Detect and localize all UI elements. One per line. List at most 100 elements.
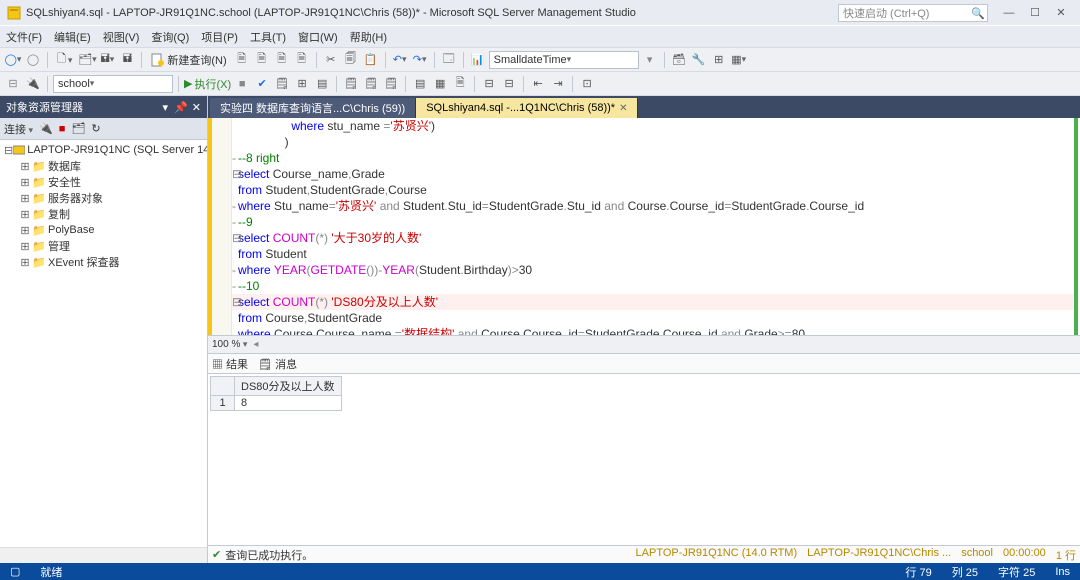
results-text-icon[interactable]: ▤ — [411, 75, 429, 93]
scroll-left-icon[interactable]: ◂ — [253, 339, 258, 350]
column-header[interactable]: DS80分及以上人数 — [235, 377, 342, 396]
tree-server-node[interactable]: ⊟ LAPTOP-JR91Q1NC (SQL Server 14.0. — [0, 142, 207, 158]
cut-icon[interactable]: ✂ — [322, 51, 340, 69]
results-file-icon[interactable]: 🗎 — [451, 75, 469, 93]
close-tab-icon[interactable]: ✕ — [619, 103, 627, 114]
folder-icon: 📁 — [32, 208, 46, 220]
registered-servers-icon[interactable]: 🗃 — [670, 51, 688, 69]
pin-icon[interactable]: 📌 — [174, 101, 188, 114]
refresh-icon[interactable]: ↻ — [91, 122, 100, 135]
menu-edit[interactable]: 编辑(E) — [54, 29, 91, 45]
quick-launch-input[interactable]: 快速启动 (Ctrl+Q) 🔍 — [838, 4, 988, 22]
stop-icon[interactable]: ■ — [233, 75, 251, 93]
analysis-query-icon[interactable]: 🗎 — [253, 51, 271, 69]
properties-icon[interactable]: 🗔 — [440, 51, 458, 69]
activity-monitor-icon[interactable]: 📊 — [469, 51, 487, 69]
open-project-icon[interactable]: 🗂 — [78, 51, 96, 69]
row-number[interactable]: 1 — [211, 396, 235, 411]
menu-window[interactable]: 窗口(W) — [298, 29, 338, 45]
query-options-icon[interactable]: ⊞ — [293, 75, 311, 93]
type-combo[interactable]: SmalldateTime — [489, 51, 639, 69]
include-plan-icon[interactable]: 🗒 — [342, 75, 360, 93]
folder-icon: 📁 — [32, 160, 46, 172]
filter-icon[interactable]: 🗂 — [71, 122, 85, 135]
close-pane-icon[interactable]: ✕ — [192, 101, 201, 114]
stop-icon[interactable]: ■ — [59, 123, 66, 135]
menu-project[interactable]: 项目(P) — [201, 29, 238, 45]
object-explorer-pane: 对象资源管理器 ▾ 📌 ✕ 连接 🔌 ■ 🗂 ↻ ⊟ LAPTOP-JR91Q1… — [0, 96, 208, 563]
indent-icon[interactable]: ⊟ — [4, 75, 22, 93]
results-grid-icon[interactable]: ▦ — [431, 75, 449, 93]
dmx-query-icon[interactable]: 🗎 — [293, 51, 311, 69]
dropdown-icon[interactable]: ▾ — [163, 101, 169, 114]
object-explorer-toolbar: 连接 🔌 ■ 🗂 ↻ — [0, 118, 207, 140]
database-combo[interactable]: school — [53, 75, 173, 93]
tree-node[interactable]: ⊞📁XEvent 探查器 — [0, 254, 207, 270]
row-header-blank — [211, 377, 235, 396]
specify-values-icon[interactable]: ⊡ — [578, 75, 596, 93]
menu-view[interactable]: 视图(V) — [103, 29, 140, 45]
new-query-label: 新建查询(N) — [167, 52, 226, 68]
zoom-bar: 100 % ◂ — [208, 336, 1080, 354]
template-icon[interactable]: ⊞ — [710, 51, 728, 69]
estimated-plan-icon[interactable]: 🗒 — [273, 75, 291, 93]
new-file-button[interactable]: 🗋 — [53, 50, 76, 69]
tree-node[interactable]: ⊞📁数据库 — [0, 158, 207, 174]
results-grid[interactable]: DS80分及以上人数 18 — [208, 374, 1080, 545]
include-client-stats-icon[interactable]: 🗒 — [382, 75, 400, 93]
decrease-indent-icon[interactable]: ⇤ — [529, 75, 547, 93]
object-explorer-scrollbar[interactable] — [0, 547, 207, 563]
sql-editor[interactable]: where stu_name ='苏贤兴') )---8 right⊟selec… — [208, 118, 1080, 336]
results-tab[interactable]: ▦ 结果 — [212, 356, 248, 372]
tree-node[interactable]: ⊞📁服务器对象 — [0, 190, 207, 206]
tab-inactive[interactable]: 实验四 数据库查询语言...C\Chris (59)) — [210, 98, 416, 118]
maximize-button[interactable]: ☐ — [1022, 3, 1048, 23]
redo-icon[interactable]: ↷ — [411, 51, 429, 69]
execution-status-bar: ✔ 查询已成功执行。 LAPTOP-JR91Q1NC (14.0 RTM) LA… — [208, 545, 1080, 563]
find-icon[interactable]: ▾ — [641, 51, 659, 69]
nav-back-icon[interactable]: ◯ — [4, 51, 22, 69]
tools-icon[interactable]: 🔧 — [690, 51, 708, 69]
close-button[interactable]: ✕ — [1048, 3, 1074, 23]
messages-tab[interactable]: 🗒 消息 — [258, 356, 297, 372]
minimize-button[interactable]: — — [996, 3, 1022, 23]
increase-indent-icon[interactable]: ⇥ — [549, 75, 567, 93]
include-stats-icon[interactable]: 🗒 — [362, 75, 380, 93]
cell-value[interactable]: 8 — [235, 396, 342, 411]
menu-query[interactable]: 查询(Q) — [151, 29, 189, 45]
object-explorer-header: 对象资源管理器 ▾ 📌 ✕ — [0, 96, 207, 118]
connect-icon[interactable]: 🔌 — [24, 75, 42, 93]
tree-node[interactable]: ⊞📁安全性 — [0, 174, 207, 190]
nav-forward-icon[interactable]: ◯ — [24, 51, 42, 69]
save-icon[interactable]: 🖬 — [98, 51, 116, 69]
copy-icon[interactable]: 🗐 — [342, 51, 360, 69]
code-area[interactable]: where stu_name ='苏贤兴') )---8 right⊟selec… — [232, 118, 1080, 335]
execute-button[interactable]: ▶ 执行(X) — [184, 76, 231, 92]
menu-help[interactable]: 帮助(H) — [350, 29, 387, 45]
parse-icon[interactable]: ✔ — [253, 75, 271, 93]
connect-dropdown[interactable]: 连接 — [4, 121, 33, 137]
save-all-icon[interactable]: 🖬 — [118, 51, 136, 69]
new-query-button[interactable]: 新建查询(N) — [147, 52, 230, 68]
object-explorer-tree[interactable]: ⊟ LAPTOP-JR91Q1NC (SQL Server 14.0. ⊞📁数据… — [0, 140, 207, 547]
intellisense-icon[interactable]: ▤ — [313, 75, 331, 93]
tree-node[interactable]: ⊞📁管理 — [0, 238, 207, 254]
menu-file[interactable]: 文件(F) — [6, 29, 42, 45]
paste-icon[interactable]: 📋 — [362, 51, 380, 69]
db-engine-query-icon[interactable]: 🗎 — [233, 51, 251, 69]
tree-node[interactable]: ⊞📁PolyBase — [0, 222, 207, 238]
mdx-query-icon[interactable]: 🗎 — [273, 51, 291, 69]
options-icon[interactable]: ▦ — [730, 51, 748, 69]
tree-node[interactable]: ⊞📁复制 — [0, 206, 207, 222]
tab-active[interactable]: SQLshiyan4.sql -...1Q1NC\Chris (58))*✕ — [416, 98, 638, 118]
status-db: school — [961, 547, 993, 563]
menu-bar: 文件(F) 编辑(E) 视图(V) 查询(Q) 项目(P) 工具(T) 窗口(W… — [0, 26, 1080, 48]
menu-tools[interactable]: 工具(T) — [250, 29, 286, 45]
zoom-combo[interactable]: 100 % — [212, 339, 247, 350]
undo-icon[interactable]: ↶ — [391, 51, 409, 69]
comment-icon[interactable]: ⊟ — [480, 75, 498, 93]
results-tabs: ▦ 结果 🗒 消息 — [208, 354, 1080, 374]
uncomment-icon[interactable]: ⊟ — [500, 75, 518, 93]
disconnect-icon[interactable]: 🔌 — [39, 122, 53, 135]
status-char: 字符 25 — [988, 564, 1045, 580]
